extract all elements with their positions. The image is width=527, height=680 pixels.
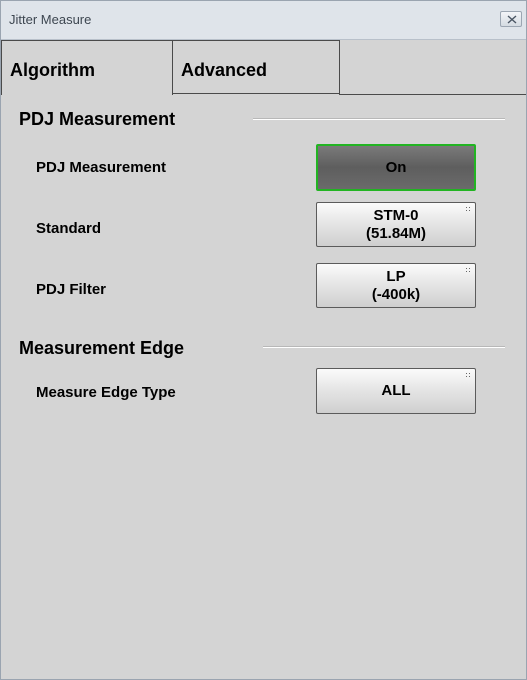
- more-options-icon: [466, 268, 471, 273]
- standard-value-line1: STM-0: [373, 207, 419, 224]
- pdj-measurement-toggle[interactable]: On: [316, 144, 476, 191]
- window-title: Jitter Measure: [9, 12, 92, 27]
- more-options-icon: [466, 373, 471, 378]
- pdj-filter-label: PDJ Filter: [36, 281, 107, 298]
- pdj-measurement-value: On: [385, 159, 407, 176]
- pdj-filter-value-line2: (-400k): [371, 286, 421, 303]
- title-bar[interactable]: Jitter Measure: [1, 1, 526, 40]
- pdj-filter-select-button[interactable]: LP (-400k): [316, 263, 476, 308]
- pdj-measurement-label: PDJ Measurement: [36, 159, 167, 176]
- close-icon: [507, 15, 517, 24]
- standard-label: Standard: [36, 220, 102, 237]
- tab-advanced-label: Advanced: [181, 60, 268, 80]
- pdj-section-header: PDJ Measurement: [19, 109, 176, 129]
- close-button[interactable]: [500, 11, 522, 27]
- standard-value-line2: (51.84M): [365, 225, 427, 242]
- tab-strip-divider: [339, 94, 526, 95]
- measure-edge-type-button[interactable]: ALL: [316, 368, 476, 414]
- jitter-measure-window: Jitter Measure Algorithm Advanced PDJ Me…: [0, 0, 527, 680]
- standard-select-button[interactable]: STM-0 (51.84M): [316, 202, 476, 247]
- measure-edge-type-value: ALL: [381, 382, 411, 399]
- measure-edge-type-label: Measure Edge Type: [36, 384, 176, 401]
- edge-section-header: Measurement Edge: [19, 338, 185, 358]
- pdj-filter-value-line1: LP: [386, 268, 406, 285]
- more-options-icon: [466, 207, 471, 212]
- tab-algorithm-label: Algorithm: [10, 60, 95, 80]
- tab-advanced[interactable]: Advanced: [172, 40, 340, 94]
- tab-strip: Algorithm Advanced: [1, 40, 526, 95]
- panel-content: Algorithm Advanced PDJ Measurement PDJ M…: [1, 40, 526, 679]
- pdj-section-divider: [253, 118, 505, 120]
- edge-section-divider: [263, 346, 505, 348]
- tab-algorithm[interactable]: Algorithm: [1, 40, 173, 95]
